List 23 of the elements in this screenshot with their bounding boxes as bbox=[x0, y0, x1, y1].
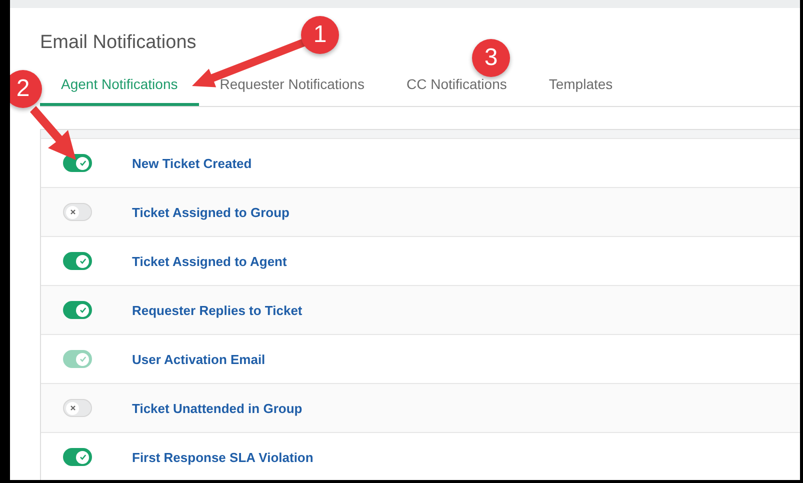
check-icon bbox=[78, 159, 86, 167]
toggle-switch[interactable] bbox=[63, 154, 92, 172]
toggle-switch[interactable] bbox=[63, 301, 92, 319]
page-title: Email Notifications bbox=[40, 32, 196, 55]
close-icon bbox=[68, 208, 76, 216]
check-icon bbox=[78, 453, 86, 461]
check-icon bbox=[78, 306, 86, 314]
close-icon bbox=[68, 404, 76, 412]
toggle-switch[interactable] bbox=[63, 252, 92, 270]
notification-link[interactable]: Requester Replies to Ticket bbox=[132, 302, 302, 318]
notification-link[interactable]: First Response SLA Violation bbox=[132, 450, 314, 464]
toggle-switch[interactable] bbox=[63, 448, 92, 466]
notification-link[interactable]: Ticket Assigned to Group bbox=[132, 204, 290, 220]
check-icon bbox=[78, 355, 86, 363]
notification-link[interactable]: Ticket Unattended in Group bbox=[132, 400, 302, 416]
check-icon bbox=[78, 257, 86, 265]
tab[interactable]: Requester Notifications bbox=[198, 66, 386, 106]
number-badge: 2 bbox=[10, 70, 42, 108]
notification-link[interactable]: New Ticket Created bbox=[132, 156, 252, 170]
number-badge: 3 bbox=[472, 39, 510, 77]
tab[interactable]: Templates bbox=[528, 66, 634, 106]
notification-link[interactable]: Ticket Assigned to Agent bbox=[132, 254, 287, 268]
number-badge: 1 bbox=[301, 16, 339, 54]
